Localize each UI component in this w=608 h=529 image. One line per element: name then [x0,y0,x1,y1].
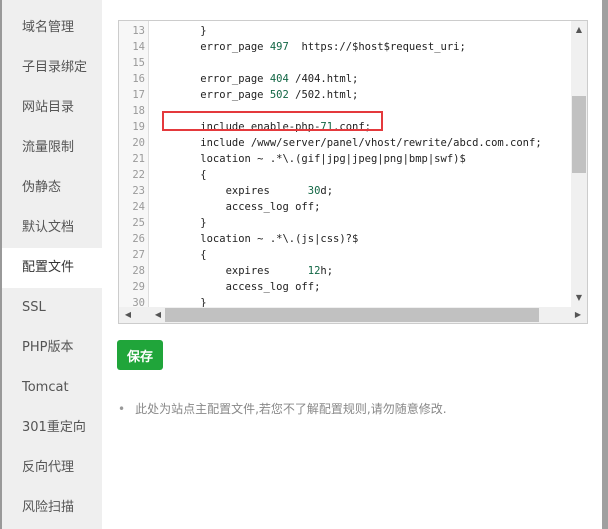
scroll-right-icon[interactable]: ▶ [571,308,585,322]
line-number: 19 [132,121,145,133]
code-line: 22 { [119,167,571,183]
line-number: 18 [132,105,145,117]
sidebar: 域名管理 子目录绑定 网站目录 流量限制 伪静态 默认文档 配置文件 SSL PHP版本 Tomc… [2,0,102,529]
horizontal-scroll-thumb[interactable] [165,308,539,322]
code-text: location ~ .*\.(js|css)?$ [175,233,359,245]
sidebar-item[interactable]: 风险扫描 [2,488,102,528]
sidebar-item[interactable]: 反向代理 [2,448,102,488]
sidebar-item[interactable]: 子目录绑定 [2,48,102,88]
code-text: error_page 502 /502.html; [175,89,359,101]
code-line: 16 error_page 404 /404.html; [119,71,571,87]
line-number: 13 [132,25,145,37]
code-line: 23 expires 30d; [119,183,571,199]
sidebar-item[interactable]: 域名管理 [2,8,102,48]
config-tip: 此处为站点主配置文件,若您不了解配置规则,请勿随意修改. [118,400,446,417]
code-line: 24 access_log off; [119,199,571,215]
line-number: 22 [132,169,145,181]
code-text: access_log off; [175,281,321,293]
code-line: 13 } [119,23,571,39]
scroll-left-icon[interactable]: ◀ [151,308,165,322]
code-line: 25 } [119,215,571,231]
sidebar-item[interactable]: 默认文档 [2,208,102,248]
save-button[interactable]: 保存 [117,340,163,370]
scroll-left-icon[interactable]: ◀ [121,308,135,322]
code-line: 14 error_page 497 https://$host$request_… [119,39,571,55]
config-editor[interactable]: 13 } 14 error_page 497 https://$host$requ… [118,20,588,324]
code-text: include /www/server/panel/vhost/rewrite/… [175,137,542,149]
line-number: 25 [132,217,145,229]
line-number: 27 [132,249,145,261]
line-number: 15 [132,57,145,69]
sidebar-item[interactable]: PHP版本 [2,328,102,368]
code-text: } [175,25,207,37]
code-line: 17 error_page 502 /502.html; [119,87,571,103]
line-number: 17 [132,89,145,101]
line-number: 21 [132,153,145,165]
code-text: { [175,169,207,181]
code-lines[interactable]: 13 } 14 error_page 497 https://$host$requ… [119,23,571,311]
line-number: 16 [132,73,145,85]
line-number: 23 [132,185,145,197]
code-line: 21 location ~ .*\.(gif|jpg|jpeg|png|bmp|… [119,151,571,167]
code-line: 29 access_log off; [119,279,571,295]
code-line: 15 [119,55,571,71]
line-number: 28 [132,265,145,277]
code-text: access_log off; [175,201,321,213]
code-line: 20 include /www/server/panel/vhost/rewri… [119,135,571,151]
code-line: 26 location ~ .*\.(js|css)?$ [119,231,571,247]
vertical-scroll-thumb[interactable] [572,96,586,173]
code-text: } [175,217,207,229]
sidebar-item[interactable]: 伪静态 [2,168,102,208]
line-number: 24 [132,201,145,213]
vertical-scrollbar[interactable]: ▲ ▼ [571,21,587,307]
code-text: expires 30d; [175,185,334,197]
window-edge-right [602,0,608,529]
code-text: { [175,249,207,261]
highlight-box [162,111,383,131]
horizontal-scrollbar[interactable]: ◀ ◀ ▶ [119,307,587,323]
sidebar-item[interactable]: 流量限制 [2,128,102,168]
line-number: 26 [132,233,145,245]
code-text: location ~ .*\.(gif|jpg|jpeg|png|bmp|swf… [175,153,466,165]
line-number: 20 [132,137,145,149]
scroll-down-icon[interactable]: ▼ [572,291,586,305]
sidebar-item[interactable]: Tomcat [2,368,102,408]
sidebar-item[interactable]: 配置文件 [2,248,102,288]
sidebar-item[interactable]: 网站目录 [2,88,102,128]
line-number: 29 [132,281,145,293]
code-text: error_page 497 https://$host$request_uri… [175,41,466,53]
sidebar-item[interactable]: 301重定向 [2,408,102,448]
code-line: 27 { [119,247,571,263]
code-line: 28 expires 12h; [119,263,571,279]
code-text: expires 12h; [175,265,334,277]
sidebar-item[interactable]: SSL [2,288,102,328]
scroll-up-icon[interactable]: ▲ [572,23,586,37]
code-text: error_page 404 /404.html; [175,73,359,85]
line-number: 14 [132,41,145,53]
